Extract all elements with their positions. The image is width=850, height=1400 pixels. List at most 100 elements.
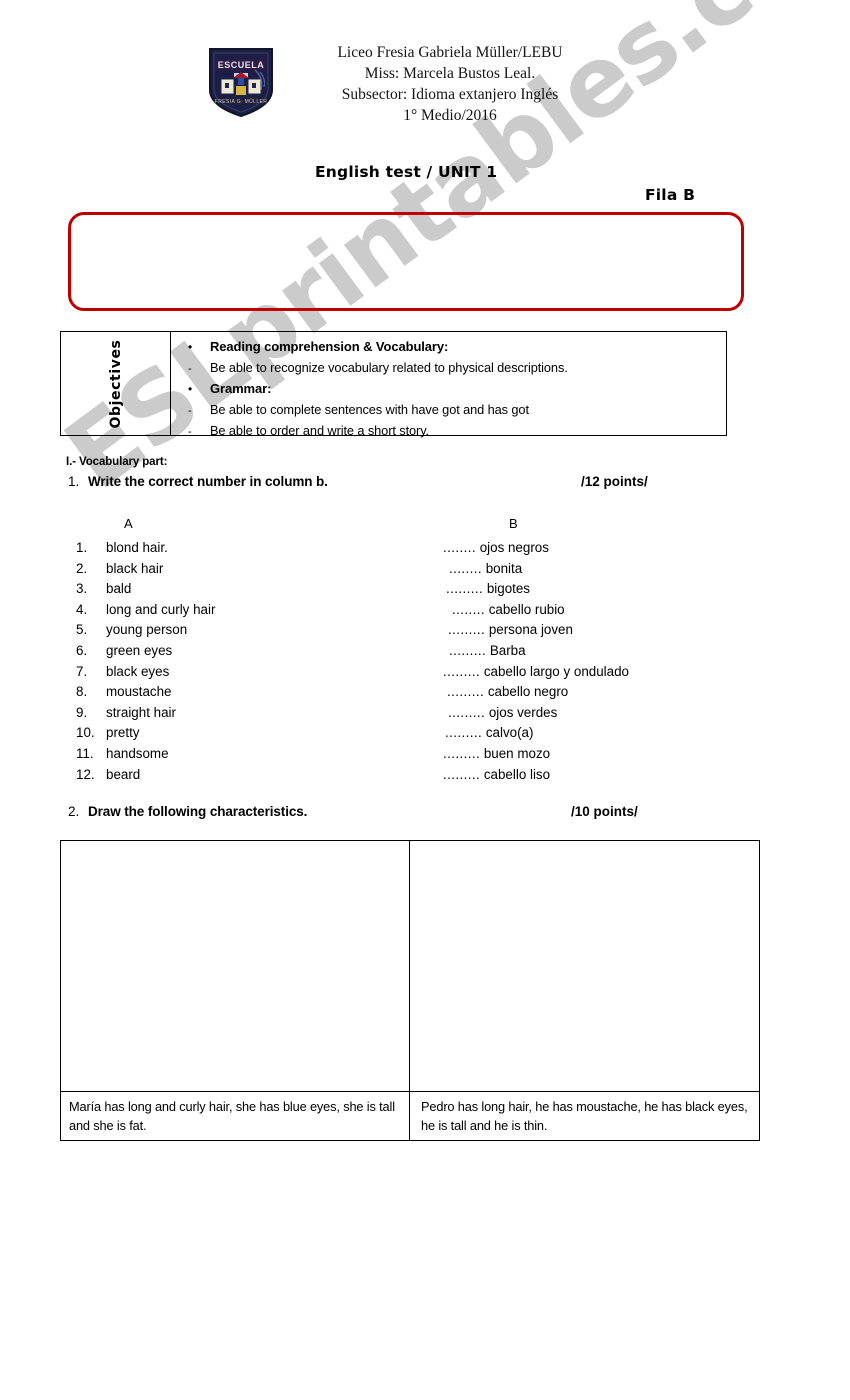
grade-year-line: 1° Medio/2016 bbox=[403, 107, 497, 124]
list-item: 4. long and curly hair bbox=[76, 600, 406, 621]
question-1-text: Write the correct number in column b. bbox=[88, 474, 328, 489]
item-term: cabello liso bbox=[483, 766, 551, 782]
item-term: bald bbox=[106, 581, 132, 597]
row-label: Fila B bbox=[645, 186, 696, 204]
item-index: 5. bbox=[76, 622, 88, 638]
answer-blank[interactable]: ......... bbox=[443, 767, 480, 782]
objective-text: Be able to order and write a short story… bbox=[210, 423, 430, 438]
objective-item: - Be able to recognize vocabulary relate… bbox=[183, 358, 718, 380]
item-term: persona joven bbox=[488, 622, 573, 638]
column-b-list: ........ ojos negros ........ bonita ...… bbox=[443, 538, 773, 785]
objective-text: Grammar: bbox=[210, 381, 272, 396]
question-1-points: /12 points/ bbox=[581, 474, 648, 489]
match-item[interactable]: ......... cabello largo y ondulado bbox=[443, 662, 773, 683]
question-2-number: 2. bbox=[68, 804, 80, 819]
objective-item: - Be able to complete sentences with hav… bbox=[183, 400, 718, 422]
teacher-line: Miss: Marcela Bustos Leal. bbox=[364, 65, 536, 82]
item-index: 4. bbox=[76, 601, 88, 617]
item-term: ojos verdes bbox=[488, 704, 558, 720]
objectives-label-cell: Objectives bbox=[61, 332, 171, 435]
item-index: 7. bbox=[76, 663, 88, 679]
answer-blank[interactable]: ......... bbox=[448, 705, 485, 720]
answer-blank[interactable]: ........ bbox=[449, 561, 482, 576]
list-item: 7. black eyes bbox=[76, 662, 406, 683]
objectives-table: Objectives • Reading comprehension & Voc… bbox=[60, 331, 727, 438]
item-index: 1. bbox=[76, 540, 88, 555]
column-a-list: 1. blond hair. 2. black hair 3. bald 4. … bbox=[76, 538, 406, 785]
match-item[interactable]: ......... Barba bbox=[443, 641, 773, 662]
question-1-number: 1. bbox=[68, 474, 80, 489]
list-item: 2. black hair bbox=[76, 559, 406, 580]
item-term: long and curly hair bbox=[106, 601, 216, 617]
item-term: bonita bbox=[485, 560, 523, 576]
match-item[interactable]: ......... cabello negro bbox=[443, 682, 773, 703]
match-item[interactable]: ......... bigotes bbox=[443, 579, 773, 600]
drawing-area-maria[interactable] bbox=[61, 841, 410, 1091]
item-term: black eyes bbox=[106, 663, 170, 679]
item-index: 9. bbox=[76, 704, 88, 720]
item-term: buen mozo bbox=[483, 745, 551, 761]
match-item[interactable]: ......... ojos verdes bbox=[443, 703, 773, 724]
answer-blank[interactable]: ........ bbox=[452, 602, 485, 617]
item-term: cabello rubio bbox=[488, 601, 565, 617]
match-item[interactable]: ........ cabello rubio bbox=[443, 600, 773, 621]
question-2-header: 2. Draw the following characteristics. /… bbox=[68, 804, 728, 824]
list-item: 1. blond hair. bbox=[76, 538, 406, 559]
school-crest-icon: ESCUELA FRESIA G. MÜLLER bbox=[209, 48, 273, 118]
list-item: 3. bald bbox=[76, 579, 406, 600]
match-item[interactable]: ........ ojos negros bbox=[443, 538, 773, 559]
answer-blank[interactable]: ......... bbox=[449, 643, 486, 658]
item-term: handsome bbox=[106, 745, 169, 761]
dash-icon: - bbox=[188, 426, 192, 438]
item-index: 10. bbox=[76, 725, 95, 741]
objective-text: Be able to recognize vocabulary related … bbox=[210, 359, 568, 375]
item-term: black hair bbox=[106, 560, 164, 576]
objective-text: Be able to complete sentences with have … bbox=[210, 401, 529, 417]
answer-blank[interactable]: ......... bbox=[443, 746, 480, 761]
caption-maria: María has long and curly hair, she has b… bbox=[61, 1092, 410, 1140]
answer-blank[interactable]: ......... bbox=[445, 725, 482, 740]
list-item: 9. straight hair bbox=[76, 703, 406, 724]
answer-blank[interactable]: ......... bbox=[446, 581, 483, 596]
student-name-box[interactable] bbox=[68, 212, 744, 311]
bullet-icon: • bbox=[188, 382, 193, 396]
item-term: calvo(a) bbox=[485, 725, 534, 741]
item-index: 11. bbox=[76, 745, 94, 761]
match-item[interactable]: ......... persona joven bbox=[443, 620, 773, 641]
item-index: 8. bbox=[76, 684, 88, 700]
match-item[interactable]: ........ bonita bbox=[443, 559, 773, 580]
item-index: 3. bbox=[76, 581, 88, 597]
list-item: 12. beard bbox=[76, 765, 406, 786]
objective-item: • Reading comprehension & Vocabulary: bbox=[183, 337, 718, 358]
section-label: I.- Vocabulary part: bbox=[66, 456, 168, 468]
match-item[interactable]: ......... cabello liso bbox=[443, 765, 773, 786]
list-item: 6. green eyes bbox=[76, 641, 406, 662]
list-item: 10. pretty bbox=[76, 723, 406, 744]
item-index: 2. bbox=[76, 560, 88, 576]
drawing-area-pedro[interactable] bbox=[410, 841, 759, 1091]
question-2-text: Draw the following characteristics. bbox=[88, 804, 308, 819]
school-name-line: Liceo Fresia Gabriela Müller/LEBU bbox=[337, 44, 563, 61]
svg-text:ESCUELA: ESCUELA bbox=[218, 60, 265, 70]
dash-icon: - bbox=[188, 362, 192, 375]
answer-blank[interactable]: ......... bbox=[443, 664, 480, 679]
match-item[interactable]: ......... buen mozo bbox=[443, 744, 773, 765]
item-term: cabello largo y ondulado bbox=[483, 663, 630, 679]
answer-blank[interactable]: ......... bbox=[448, 622, 485, 637]
drawing-table: María has long and curly hair, she has b… bbox=[60, 840, 760, 1141]
caption-pedro: Pedro has long hair, he has moustache, h… bbox=[421, 1099, 748, 1133]
item-term: cabello negro bbox=[487, 684, 569, 700]
objectives-list: • Reading comprehension & Vocabulary: - … bbox=[171, 332, 726, 438]
subject-line: Subsector: Idioma extanjero Inglés bbox=[341, 86, 559, 103]
answer-blank[interactable]: ........ bbox=[443, 540, 476, 555]
item-term: pretty bbox=[106, 725, 140, 741]
item-term: bigotes bbox=[486, 581, 531, 597]
item-index: 12. bbox=[76, 766, 95, 782]
list-item: 5. young person bbox=[76, 620, 406, 641]
question-2-points: /10 points/ bbox=[571, 804, 638, 819]
item-term: green eyes bbox=[106, 642, 173, 658]
page-title: English test / UNIT 1 bbox=[315, 163, 498, 181]
match-item[interactable]: ......... calvo(a) bbox=[443, 723, 773, 744]
answer-blank[interactable]: ......... bbox=[447, 684, 484, 699]
worksheet-page: ESLprintables.com ESCUELA FRESIA G. MÜLL… bbox=[0, 0, 850, 1400]
